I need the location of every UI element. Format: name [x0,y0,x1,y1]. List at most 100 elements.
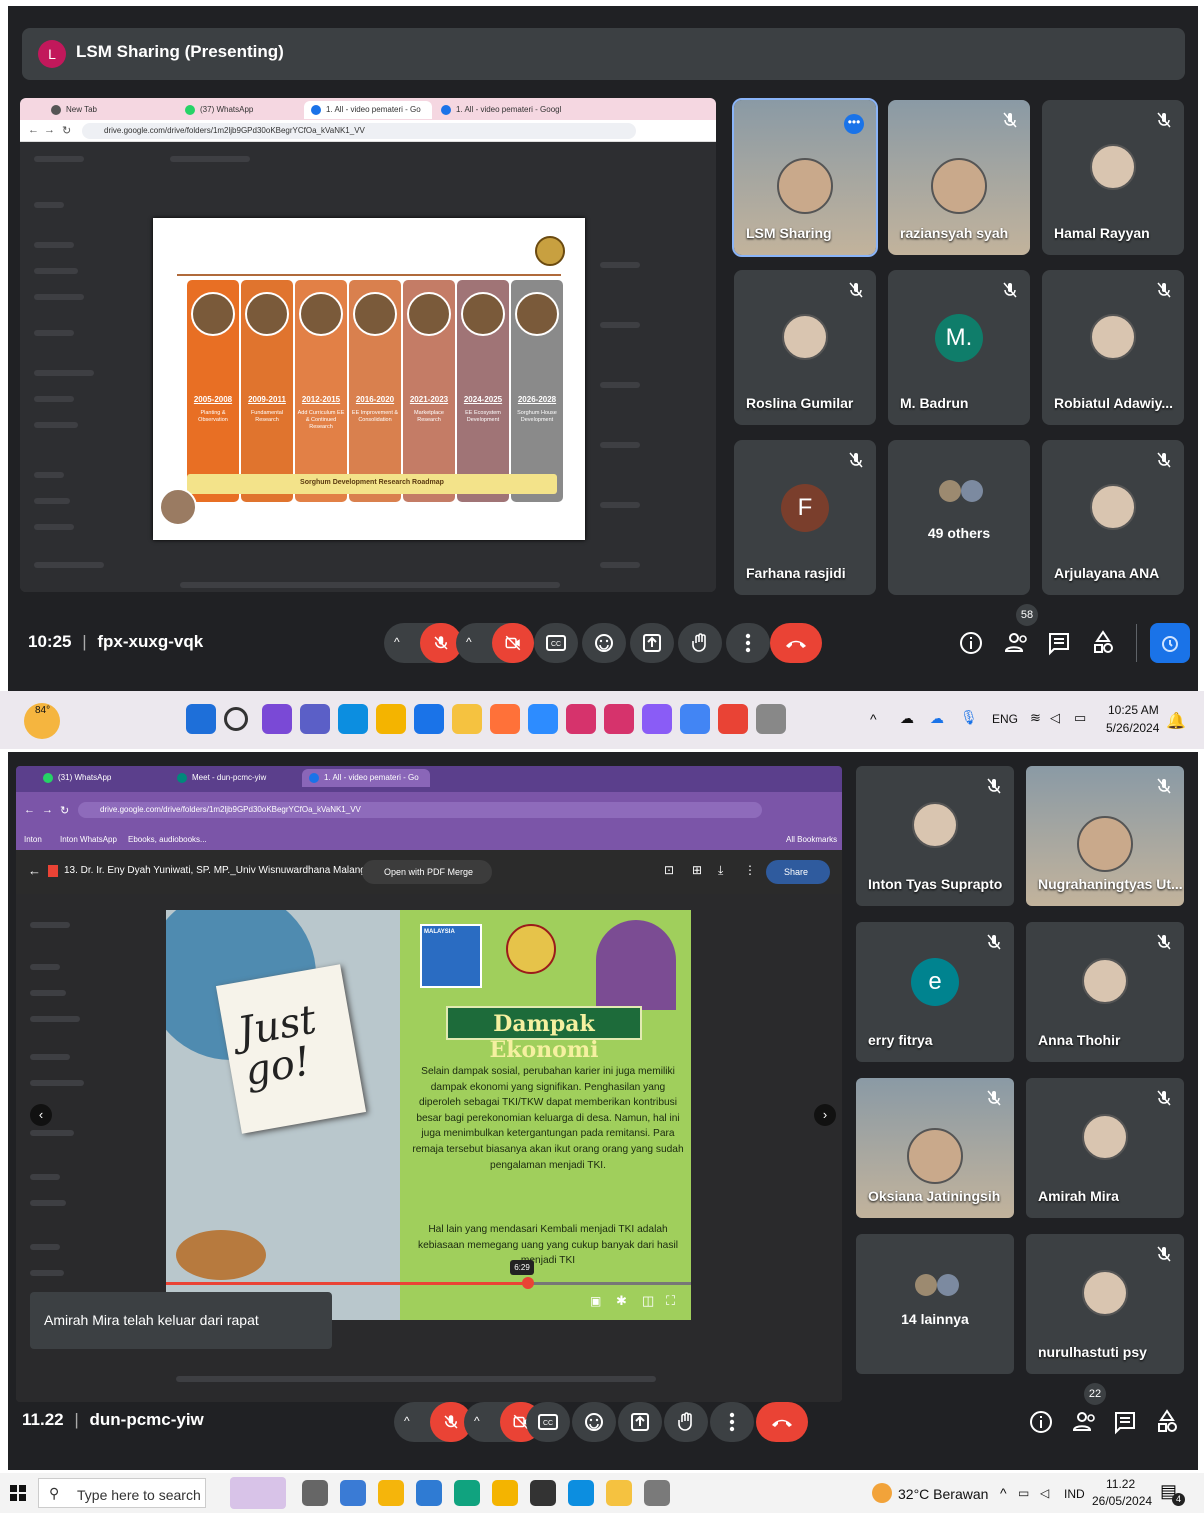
back-icon[interactable]: ← [24,804,35,816]
leave-call-button[interactable] [756,1402,808,1442]
battery-icon[interactable]: ▭ [1074,710,1086,726]
chrome-icon[interactable] [492,1480,518,1506]
app-icon[interactable] [340,1480,366,1506]
settings-icon[interactable]: ✱ [616,1293,627,1309]
participant-tile[interactable]: Oksiana Jatiningsih [856,1078,1014,1218]
participant-tile[interactable]: Robiatul Adawiy... [1042,270,1184,425]
timer-button[interactable] [1150,623,1190,663]
pdf-icon[interactable] [718,704,748,734]
open-new-icon[interactable]: ⊞ [692,863,702,877]
url-input[interactable]: drive.google.com/drive/folders/1m2ljb9GP… [82,123,636,139]
browser-tab[interactable]: New Tab [44,101,174,119]
captions-button[interactable]: CC [534,623,578,663]
captions-button[interactable]: CC [526,1402,570,1442]
l-app-icon[interactable] [414,704,444,734]
more-options-button[interactable] [710,1402,754,1442]
chevron-up-icon[interactable]: ^ [474,1414,480,1428]
clock-time[interactable]: 10:25 AM [1108,703,1159,717]
search-highlight-image[interactable] [230,1477,286,1509]
forward-icon[interactable]: → [42,804,53,816]
browser-tab[interactable]: 1. All - video pemateri - Go [302,769,430,787]
participant-tile[interactable]: M. M. Badrun [888,270,1030,425]
bookmark-item[interactable]: Inton WhatsApp [60,835,117,844]
app-icon[interactable] [416,1480,442,1506]
copilot-icon[interactable] [262,704,292,734]
chevron-up-icon[interactable]: ^ [394,635,400,649]
all-bookmarks[interactable]: All Bookmarks [786,835,837,844]
reactions-button[interactable] [582,623,626,663]
browser-tab[interactable]: Meet - dun-pcmc-yiw [170,769,300,787]
participant-tile[interactable]: 49 others [888,440,1030,595]
settings-icon[interactable] [756,704,786,734]
present-button[interactable] [618,1402,662,1442]
chatgpt-icon[interactable] [454,1480,480,1506]
edge-icon[interactable] [568,1480,594,1506]
info-icon[interactable] [1026,1407,1056,1437]
participant-tile[interactable]: raziansyah syah [888,100,1030,255]
participant-tile[interactable]: Inton Tyas Suprapto [856,766,1014,906]
open-with-button[interactable]: Open with PDF Merge [362,860,492,884]
previous-file-button[interactable]: ‹ [30,1104,52,1126]
zoom-icon[interactable] [528,704,558,734]
app-icon[interactable] [566,704,596,734]
chat-icon[interactable] [1110,1407,1140,1437]
windows-start-icon[interactable] [10,1485,26,1501]
firefox-icon[interactable] [490,704,520,734]
progress-handle[interactable] [522,1277,534,1289]
shared-screen[interactable]: (31) WhatsApp Meet - dun-pcmc-yiw 1. All… [16,766,842,1402]
chevron-up-icon[interactable]: ^ [404,1414,410,1428]
clock-date[interactable]: 5/26/2024 [1106,721,1159,735]
participant-tile[interactable]: F Farhana rasjidi [734,440,876,595]
mic-control[interactable]: ^ [384,623,462,663]
mic-icon[interactable]: 🎙 [960,709,978,726]
chrome-icon[interactable] [680,704,710,734]
people-icon[interactable] [1002,628,1032,658]
language-indicator[interactable]: IND [1064,1487,1085,1501]
info-icon[interactable] [956,628,986,658]
participant-tile[interactable]: Nugrahaningtyas Ut... [1026,766,1184,906]
app-icon[interactable] [604,704,634,734]
camera-control[interactable]: ^ [456,623,534,663]
volume-icon[interactable]: ◁ [1040,1486,1049,1500]
notification-center-icon[interactable]: ▤ 4 [1160,1481,1185,1506]
bookmark-item[interactable]: Inton [24,835,42,844]
language-indicator[interactable]: ENG [992,712,1018,726]
share-button[interactable]: Share [766,860,830,884]
participant-tile[interactable]: ••• LSM Sharing [732,98,878,257]
file-explorer-icon[interactable] [452,704,482,734]
chevron-up-icon[interactable]: ^ [870,711,877,727]
participant-tile[interactable]: Roslina Gumilar [734,270,876,425]
battery-icon[interactable]: ▭ [1018,1486,1029,1500]
activities-icon[interactable] [1152,1407,1182,1437]
video-player[interactable]: Just go! MALAYSIA Dampak Ekonomi Selain … [166,910,691,1320]
more-vert-icon[interactable]: ⋮ [744,863,756,877]
add-to-drive-icon[interactable]: ⊡ [664,863,674,877]
browser-tab[interactable]: (31) WhatsApp [36,769,168,787]
windows-start-icon[interactable] [186,704,216,734]
sticky-notes-icon[interactable] [378,1480,404,1506]
chat-icon[interactable] [1044,628,1074,658]
mic-control[interactable]: ^ [394,1402,472,1442]
file-explorer-icon[interactable] [606,1480,632,1506]
participant-tile[interactable]: 14 lainnya [856,1234,1014,1374]
reload-icon[interactable]: ↻ [62,124,71,137]
app-icon[interactable] [642,704,672,734]
teams-icon[interactable] [300,704,330,734]
task-view-icon[interactable] [302,1480,328,1506]
chrome-icon[interactable] [376,704,406,734]
weather-icon[interactable] [872,1483,892,1503]
search-icon[interactable] [224,707,248,731]
participant-tile[interactable]: nurulhastuti psy [1026,1234,1184,1374]
reactions-button[interactable] [572,1402,616,1442]
reload-icon[interactable]: ↻ [60,804,69,817]
browser-tab[interactable]: 1. All - video pemateri - Go [304,101,432,119]
edge-icon[interactable] [338,704,368,734]
browser-tab[interactable]: 1. All - video pemateri - Googl [434,101,562,119]
weather-icon[interactable]: 84° [24,703,60,739]
browser-tab[interactable]: (37) WhatsApp [178,101,302,119]
participant-tile[interactable]: Amirah Mira [1026,1078,1184,1218]
activities-icon[interactable] [1088,628,1118,658]
camera-toggle-button[interactable] [492,623,534,663]
bookmark-item[interactable]: Ebooks, audiobooks... [128,835,207,844]
back-arrow-icon[interactable]: ← [28,863,41,878]
